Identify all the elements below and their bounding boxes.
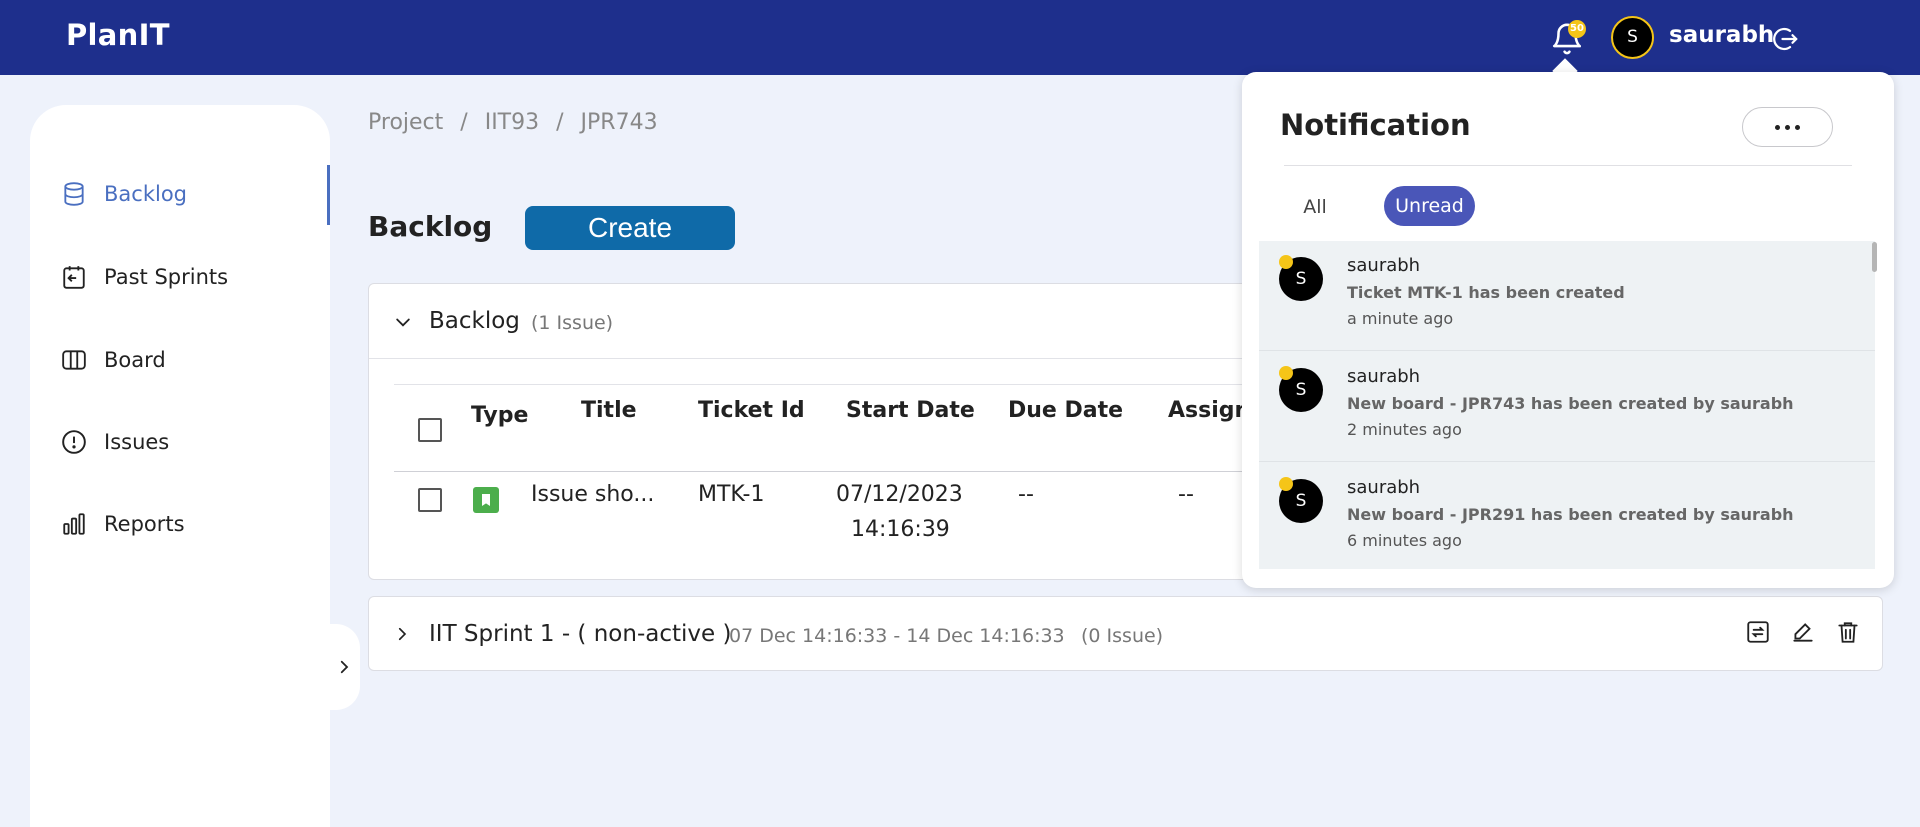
sidebar-item-reports[interactable]: Reports [60, 504, 330, 544]
active-indicator [327, 165, 330, 225]
sidebar-item-label: Past Sprints [104, 265, 229, 289]
notification-title: Notification [1280, 108, 1471, 142]
delete-icon[interactable] [1835, 619, 1861, 645]
sidebar-item-label: Issues [104, 430, 170, 454]
sidebar-item-label: Backlog [104, 182, 187, 206]
sidebar-item-backlog[interactable]: Backlog [60, 174, 330, 214]
breadcrumb-workspace[interactable]: IIT93 [485, 110, 539, 135]
row-due-date: -- [1018, 482, 1034, 507]
breadcrumb-separator: / [460, 110, 468, 135]
logout-icon[interactable] [1770, 24, 1800, 54]
notification-scrollbar[interactable] [1872, 242, 1877, 272]
unread-dot [1279, 477, 1293, 491]
breadcrumb-separator: / [556, 110, 564, 135]
database-icon [60, 180, 88, 208]
breadcrumb: Project / IIT93 / JPR743 [368, 110, 668, 135]
sidebar-item-label: Reports [104, 512, 185, 536]
notification-item[interactable]: S saurabh New board - JPR743 has been cr… [1259, 352, 1875, 462]
row-assignee[interactable]: -- [1178, 482, 1194, 507]
columns-icon [60, 346, 88, 374]
notification-item[interactable]: S saurabh Ticket MTK-1 has been created … [1259, 241, 1875, 351]
chevron-right-icon[interactable] [393, 625, 411, 643]
username-label[interactable]: saurabh [1669, 22, 1774, 48]
sidebar-item-past-sprints[interactable]: Past Sprints [60, 257, 330, 297]
sprint-title: IIT Sprint 1 - ( non-active ) [429, 621, 732, 647]
row-checkbox[interactable] [418, 488, 442, 512]
unread-dot [1279, 366, 1293, 380]
notification-message: New board - JPR743 has been created by s… [1347, 394, 1794, 413]
story-type-icon [473, 487, 499, 513]
notification-message: Ticket MTK-1 has been created [1347, 283, 1625, 302]
app-logo[interactable]: PlanIT [66, 18, 170, 52]
sidebar-item-issues[interactable]: Issues [60, 422, 330, 462]
notification-item[interactable]: S saurabh New board - JPR291 has been cr… [1259, 463, 1875, 569]
bar-chart-icon [60, 510, 88, 538]
more-dot [1785, 124, 1790, 130]
more-dot [1795, 124, 1800, 130]
create-button[interactable]: Create [525, 206, 735, 250]
tab-unread[interactable]: Unread [1384, 186, 1475, 226]
chevron-right-icon [340, 660, 349, 674]
breadcrumb-project[interactable]: Project [368, 110, 443, 135]
sidebar-item-board[interactable]: Board [60, 340, 330, 380]
notification-panel: Notification All Unread S saurabh Ticket… [1242, 72, 1894, 588]
column-header-type: Type [471, 403, 529, 428]
column-header-start-date: Start Date [846, 398, 975, 423]
select-all-checkbox[interactable] [418, 418, 442, 442]
divider [1284, 165, 1852, 166]
calendar-icon [60, 263, 88, 291]
notification-count-badge: 50 [1568, 20, 1586, 38]
page-title: Backlog [368, 210, 493, 243]
row-start-date: 07/12/2023 [836, 482, 963, 507]
tab-all[interactable]: All [1280, 188, 1350, 226]
breadcrumb-board[interactable]: JPR743 [581, 110, 658, 135]
sidebar: Backlog Past Sprints Board Issues Report… [30, 105, 330, 827]
notification-user: saurabh [1347, 477, 1421, 498]
notification-message: New board - JPR291 has been created by s… [1347, 505, 1794, 524]
issue-count: (1 Issue) [531, 312, 614, 334]
row-start-time: 14:16:39 [851, 517, 950, 542]
notification-time: a minute ago [1347, 309, 1454, 328]
sprint-panel[interactable]: IIT Sprint 1 - ( non-active ) 07 Dec 14:… [368, 596, 1883, 671]
more-options-button[interactable] [1742, 107, 1833, 147]
row-title[interactable]: Issue sho... [531, 482, 654, 507]
sidebar-item-label: Board [104, 348, 166, 372]
alert-circle-icon [60, 428, 88, 456]
notification-user: saurabh [1347, 366, 1421, 387]
column-header-ticket-id: Ticket Id [698, 398, 805, 423]
notification-list[interactable]: S saurabh Ticket MTK-1 has been created … [1259, 241, 1875, 569]
unread-dot [1279, 255, 1293, 269]
user-avatar[interactable]: S [1611, 16, 1654, 59]
top-bar: PlanIT 50 S saurabh [0, 0, 1920, 75]
column-header-due-date: Due Date [1008, 398, 1124, 423]
notification-time: 2 minutes ago [1347, 420, 1462, 439]
chevron-down-icon[interactable] [393, 312, 413, 332]
notification-time: 6 minutes ago [1347, 531, 1462, 550]
edit-icon[interactable] [1790, 619, 1816, 645]
row-ticket-id[interactable]: MTK-1 [698, 482, 764, 507]
sprint-dates: 07 Dec 14:16:33 - 14 Dec 14:16:33 [729, 625, 1065, 647]
start-sprint-icon[interactable] [1745, 619, 1771, 645]
backlog-panel-title: Backlog [429, 308, 520, 334]
notification-user: saurabh [1347, 255, 1421, 276]
sidebar-expand-toggle[interactable] [328, 624, 360, 710]
sprint-issue-count: (0 Issue) [1081, 625, 1164, 647]
more-dot [1775, 124, 1780, 130]
column-header-title: Title [581, 398, 637, 423]
